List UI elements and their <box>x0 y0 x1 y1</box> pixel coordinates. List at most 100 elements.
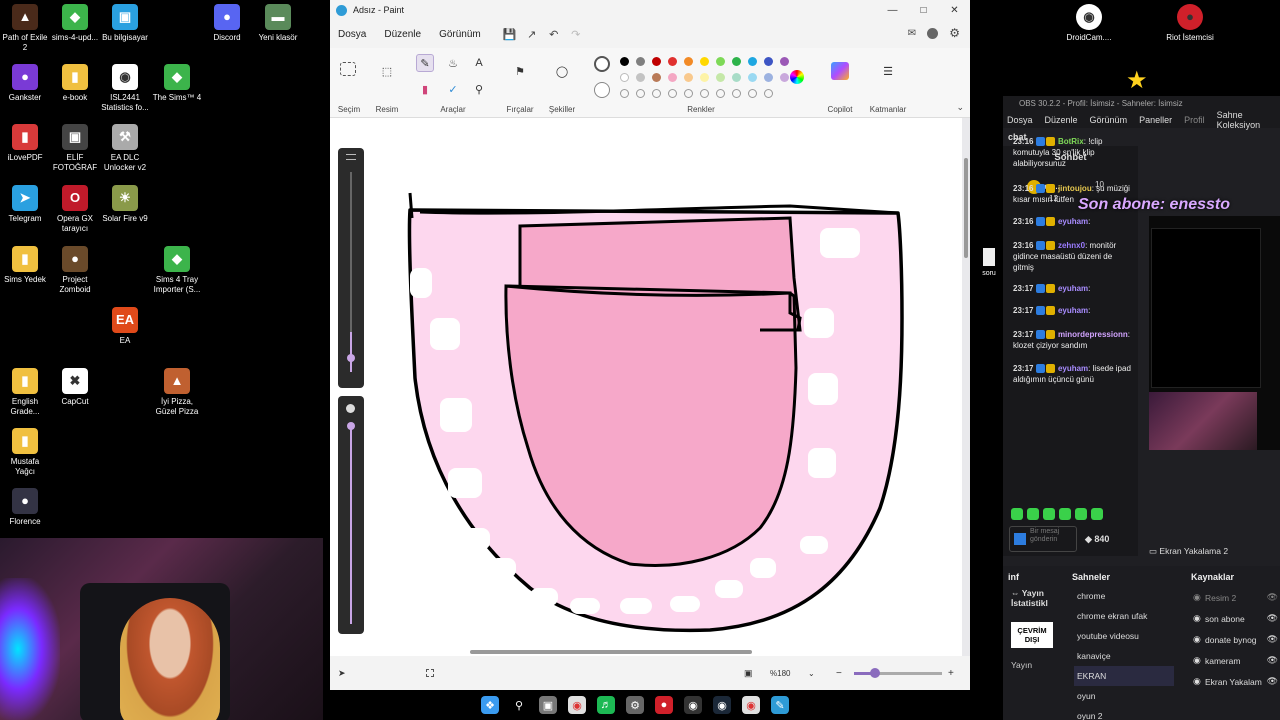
desktop-icon[interactable]: ◆ The Sims™ 4 <box>152 64 202 103</box>
desktop-icon[interactable]: EA EA <box>100 307 150 346</box>
color-swatch[interactable] <box>684 57 693 66</box>
desktop-icon[interactable]: ● Project Zomboid <box>50 246 100 295</box>
save-icon[interactable]: 💾 <box>499 28 521 41</box>
source-item[interactable]: ◉ son abone 👁 <box>1193 608 1280 629</box>
visibility-eye-icon[interactable]: 👁 <box>1267 655 1278 666</box>
obs-menu-docks[interactable]: Paneller <box>1139 115 1172 125</box>
source-item[interactable]: ◉ Ekran Yakalam 👁 <box>1193 671 1280 692</box>
chrome-icon[interactable]: ◉ <box>742 696 760 714</box>
desktop-icon[interactable]: ▮ e-book <box>50 64 100 103</box>
opacity-slider[interactable] <box>338 396 364 634</box>
color-swatch[interactable] <box>732 57 741 66</box>
eraser-icon[interactable]: ▮ <box>416 80 434 98</box>
chrome-icon[interactable]: ◉ <box>568 696 586 714</box>
source-item[interactable]: ◉ Resim 2 👁 <box>1193 587 1280 608</box>
color-swatch[interactable] <box>764 73 773 82</box>
windows-icon[interactable]: ❖ <box>481 696 499 714</box>
color-swatch[interactable] <box>652 57 661 66</box>
visibility-eye-icon[interactable]: 👁 <box>1267 634 1278 645</box>
drawing-canvas[interactable] <box>330 118 962 656</box>
empty-swatch[interactable] <box>652 89 661 98</box>
riot-icon[interactable]: ● <box>655 696 673 714</box>
color-swatch[interactable] <box>684 73 693 82</box>
fill-icon[interactable]: ♨ <box>444 54 462 72</box>
hscroll[interactable] <box>470 650 752 654</box>
color-picker-icon[interactable]: ✓ <box>444 80 462 98</box>
obs-menu-file[interactable]: Dosya <box>1007 115 1033 125</box>
desktop-icon[interactable]: ◉ ISL2441 Statistics fo... <box>100 64 150 113</box>
color-swatch[interactable] <box>636 73 645 82</box>
scene-item[interactable]: EKRAN <box>1074 666 1174 686</box>
empty-swatch[interactable] <box>684 89 693 98</box>
desktop-icon[interactable]: ✖ CapCut <box>50 368 100 407</box>
desktop-icon[interactable]: ● Discord <box>202 4 252 43</box>
taskview-icon[interactable]: ▣ <box>539 696 557 714</box>
brush-size-slider[interactable] <box>338 148 364 388</box>
desktop-icon[interactable]: ▮ Mustafa Yağcı <box>0 428 50 477</box>
source-item[interactable]: ◉ donate bynog 👁 <box>1193 629 1280 650</box>
redo-icon[interactable]: ↷ <box>565 28 587 41</box>
color-swatch[interactable] <box>620 57 629 66</box>
scene-item[interactable]: youtube videosu <box>1074 626 1174 646</box>
desktop-icon[interactable]: ☀ Solar Fire v9 <box>100 185 150 224</box>
color-swatch[interactable] <box>668 57 677 66</box>
empty-swatch[interactable] <box>764 89 773 98</box>
empty-swatch[interactable] <box>700 89 709 98</box>
color-swatch[interactable] <box>716 73 725 82</box>
obs-menu-profile[interactable]: Profil <box>1184 115 1205 125</box>
obs-icon[interactable]: ◉ <box>684 696 702 714</box>
color-swatch[interactable] <box>748 57 757 66</box>
visibility-eye-icon[interactable]: 👁 <box>1267 592 1278 603</box>
desktop-icon[interactable]: ▣ Bu bilgisayar <box>100 4 150 43</box>
desktop-icon[interactable]: ▣ ELİF FOTOĞRAF <box>50 124 100 173</box>
obs-menu-scenecollection[interactable]: Sahne Koleksiyon <box>1217 110 1268 130</box>
desktop-icon[interactable]: ● Gankster <box>0 64 50 103</box>
color-swatch[interactable] <box>700 57 709 66</box>
desktop-icon[interactable]: ▲ İyi Pizza, Güzel Pizza <box>152 368 202 417</box>
settings-icon[interactable]: ⚙ <box>626 696 644 714</box>
close-icon[interactable]: ✕ <box>939 0 970 20</box>
scene-item[interactable]: kanaviçe <box>1074 646 1174 666</box>
primary-color-swatch[interactable] <box>594 56 610 72</box>
zoom-out-icon[interactable]: − <box>836 668 842 679</box>
desktop-icon[interactable]: O Opera GX tarayıcı <box>50 185 100 234</box>
fit-icon[interactable]: ▣ <box>744 668 753 679</box>
empty-swatch[interactable] <box>620 89 629 98</box>
scene-item[interactable]: chrome <box>1074 586 1174 606</box>
color-swatch[interactable] <box>764 57 773 66</box>
scene-item[interactable]: oyun 2 <box>1074 706 1174 720</box>
color-swatch[interactable] <box>620 73 629 82</box>
color-swatch[interactable] <box>636 57 645 66</box>
color-swatch[interactable] <box>732 73 741 82</box>
menu-file[interactable]: Dosya <box>338 29 366 40</box>
opacity-thumb[interactable] <box>347 422 355 430</box>
color-swatch[interactable] <box>748 73 757 82</box>
zoom-value[interactable]: %180 <box>770 669 790 678</box>
vertical-scrollbar[interactable] <box>964 158 968 258</box>
empty-swatch[interactable] <box>668 89 677 98</box>
magnifier-icon[interactable]: ⚲ <box>470 80 488 98</box>
visibility-eye-icon[interactable]: 👁 <box>1267 676 1278 687</box>
brush-icon[interactable]: ⚑ <box>511 62 529 80</box>
scene-item[interactable]: chrome ekran ufak <box>1074 606 1174 626</box>
desktop-icon[interactable]: ◆ sims-4-upd... <box>50 4 100 43</box>
copilot-icon[interactable] <box>831 62 849 80</box>
zoom-thumb[interactable] <box>870 668 880 678</box>
zoom-in-icon[interactable]: + <box>948 668 954 679</box>
minimize-icon[interactable]: — <box>877 0 908 20</box>
empty-swatch[interactable] <box>732 89 741 98</box>
zoom-dropdown-icon[interactable]: ⌄ <box>808 669 815 678</box>
empty-swatch[interactable] <box>636 89 645 98</box>
undo-icon[interactable]: ↶ <box>543 28 565 41</box>
mini-soru-icon[interactable]: soru <box>976 248 1002 277</box>
color-swatch[interactable] <box>716 57 725 66</box>
crop-icon[interactable]: ⬚ <box>378 62 396 80</box>
ribbon-collapse-icon[interactable]: ⌄ <box>956 102 964 113</box>
maximize-icon[interactable]: □ <box>908 0 939 20</box>
menu-view[interactable]: Görünüm <box>439 29 481 40</box>
color-swatch[interactable] <box>652 73 661 82</box>
desktop-icon[interactable]: ▮ English Grade... <box>0 368 50 417</box>
visibility-eye-icon[interactable]: 👁 <box>1267 613 1278 624</box>
share-icon[interactable]: ↗ <box>521 28 543 41</box>
text-icon[interactable]: A <box>470 54 488 72</box>
